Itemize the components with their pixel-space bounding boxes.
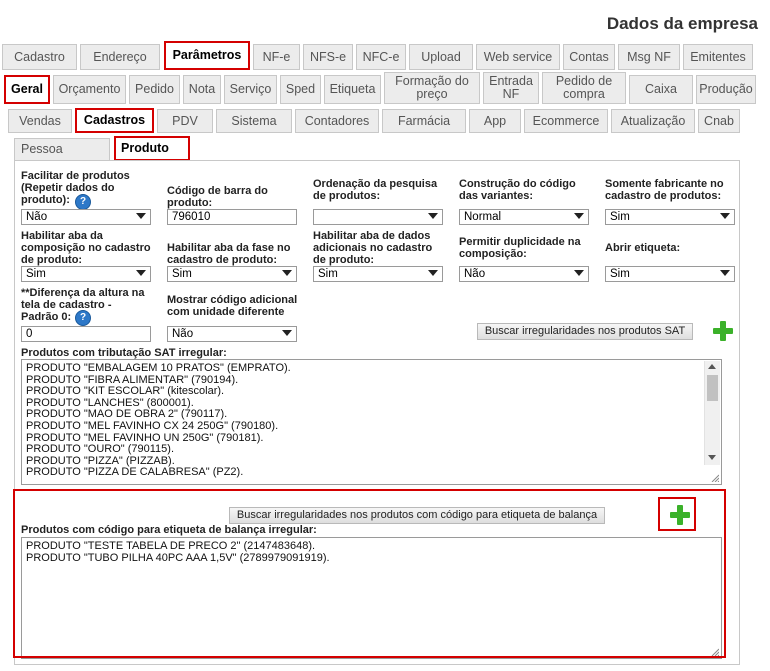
facilitar-value: Não — [26, 211, 48, 223]
tab-contas[interactable]: Contas — [563, 44, 615, 70]
tab-cadastro[interactable]: Cadastro — [2, 44, 77, 70]
list-item: PRODUTO "MEL FAVINHO CX 24 250G" (790180… — [26, 419, 279, 432]
somente-fab-value: Sim — [610, 211, 630, 223]
chevron-down-icon — [136, 270, 146, 276]
plus-icon[interactable] — [713, 321, 733, 341]
tab-caixa[interactable]: Caixa — [629, 75, 693, 104]
codigo-adicional-select[interactable]: Não — [167, 326, 297, 342]
tab-nfce[interactable]: NFC-e — [356, 44, 406, 70]
list-item: PRODUTO "EMBALAGEM 10 PRATOS" (EMPRATO). — [26, 362, 291, 374]
construcao-value: Normal — [464, 211, 502, 223]
sat-textarea[interactable]: PRODUTO "EMBALAGEM 10 PRATOS" (EMPRATO).… — [21, 359, 722, 485]
tab-producao[interactable]: Produção — [696, 75, 756, 104]
sat-label: Produtos com tributação SAT irregular: — [21, 347, 227, 359]
tab-nfse[interactable]: NFS-e — [303, 44, 353, 70]
tab-produto[interactable]: Produto — [114, 136, 190, 161]
page-title: Dados da empresa — [606, 14, 758, 33]
tab-ecommerce[interactable]: Ecommerce — [524, 109, 608, 133]
construcao-select[interactable]: Normal — [459, 209, 589, 225]
codigo-adicional-value: Não — [172, 328, 194, 340]
tab-sped[interactable]: Sped — [280, 75, 321, 104]
somente-fab-select[interactable]: Sim — [605, 209, 735, 225]
geral-tabs: Vendas Cadastros PDV Sistema Contadores … — [0, 107, 770, 133]
duplicidade-value: Não — [464, 268, 486, 280]
aba-composicao-value: Sim — [26, 268, 46, 280]
chevron-down-icon — [282, 330, 292, 336]
chevron-down-icon — [428, 213, 438, 219]
tab-parametros[interactable]: Parâmetros — [164, 41, 250, 70]
tab-formacao-preco[interactable]: Formação do preço — [384, 72, 480, 104]
abrir-etiqueta-value: Sim — [610, 268, 630, 280]
chevron-up-icon[interactable] — [708, 364, 716, 369]
buscar-sat-button[interactable]: Buscar irregularidades nos produtos SAT — [477, 323, 693, 340]
ordenacao-select[interactable] — [313, 209, 443, 225]
tab-nota[interactable]: Nota — [183, 75, 221, 104]
tab-geral[interactable]: Geral — [4, 75, 50, 104]
aba-fase-select[interactable]: Sim — [167, 266, 297, 282]
tab-contadores[interactable]: Contadores — [295, 109, 379, 133]
tab-cnab[interactable]: Cnab — [698, 109, 740, 133]
duplicidade-label: Permitir duplicidade na composição: — [459, 236, 581, 260]
tab-pessoa[interactable]: Pessoa — [14, 138, 110, 161]
help-icon[interactable]: ? — [75, 194, 91, 210]
construcao-label: Construção do código das variantes: — [459, 178, 576, 202]
chevron-down-icon — [282, 270, 292, 276]
somente-fab-label: Somente fabricante no cadastro de produt… — [605, 178, 724, 202]
facilitar-select[interactable]: Não — [21, 209, 151, 225]
scroll-thumb[interactable] — [707, 375, 718, 401]
tab-web-service[interactable]: Web service — [476, 44, 560, 70]
tab-pedido[interactable]: Pedido — [129, 75, 180, 104]
tab-cadastros[interactable]: Cadastros — [75, 108, 154, 133]
codigo-adicional-label: Mostrar código adicional com unidade dif… — [167, 294, 298, 318]
aba-fase-value: Sim — [172, 268, 192, 280]
aba-composicao-label: Habilitar aba da composição no cadastro … — [21, 230, 151, 266]
tab-emitentes[interactable]: Emitentes — [683, 44, 753, 70]
abrir-etiqueta-label: Abrir etiqueta: — [605, 242, 681, 254]
aba-dados-select[interactable]: Sim — [313, 266, 443, 282]
help-icon[interactable]: ? — [75, 310, 91, 326]
codigo-barra-input[interactable]: 796010 — [167, 209, 297, 225]
tab-pedido-compra[interactable]: Pedido de compra — [542, 72, 626, 104]
tab-app[interactable]: App — [469, 109, 521, 133]
chevron-down-icon — [428, 270, 438, 276]
list-item: PRODUTO "OURO" (790115). — [26, 443, 174, 456]
highlight-add-button — [658, 497, 696, 531]
tab-etiqueta[interactable]: Etiqueta — [324, 75, 381, 104]
chevron-down-icon — [720, 270, 730, 276]
chevron-down-icon — [720, 213, 730, 219]
chevron-down-icon — [136, 213, 146, 219]
cadastros-tabs: Pessoa Produto — [0, 136, 770, 162]
duplicidade-select[interactable]: Não — [459, 266, 589, 282]
tab-upload[interactable]: Upload — [409, 44, 473, 70]
list-item: PRODUTO "PIZZA DE CALABRESA" (PZ2). — [26, 466, 244, 479]
aba-composicao-select[interactable]: Sim — [21, 266, 151, 282]
tab-servico[interactable]: Serviço — [224, 75, 277, 104]
tab-entrada-nf[interactable]: Entrada NF — [483, 72, 539, 104]
diferenca-altura-input[interactable]: 0 — [21, 326, 151, 342]
chevron-down-icon — [574, 270, 584, 276]
chevron-down-icon — [574, 213, 584, 219]
codigo-barra-label: Código de barra do produto: — [167, 185, 268, 209]
tab-endereco[interactable]: Endereço — [80, 44, 160, 70]
resize-grip-icon[interactable] — [711, 474, 719, 482]
tab-farmacia[interactable]: Farmácia — [382, 109, 466, 133]
tab-vendas[interactable]: Vendas — [8, 109, 72, 133]
abrir-etiqueta-select[interactable]: Sim — [605, 266, 735, 282]
main-tabs: Cadastro Endereço Parâmetros NF-e NFS-e … — [0, 41, 770, 70]
tab-sistema[interactable]: Sistema — [216, 109, 292, 133]
aba-fase-label: Habilitar aba da fase no cadastro de pro… — [167, 242, 291, 266]
chevron-down-icon[interactable] — [708, 455, 716, 460]
tab-pdv[interactable]: PDV — [157, 109, 213, 133]
tab-msg-nf[interactable]: Msg NF — [618, 44, 680, 70]
ordenacao-label: Ordenação da pesquisa de produtos: — [313, 178, 438, 202]
params-tabs: Geral Orçamento Pedido Nota Serviço Sped… — [0, 72, 770, 105]
aba-dados-value: Sim — [318, 268, 338, 280]
tab-atualizacao[interactable]: Atualização — [611, 109, 695, 133]
highlight-balanca-section — [13, 489, 726, 658]
tab-orcamento[interactable]: Orçamento — [53, 75, 126, 104]
aba-dados-label: Habilitar aba de dados adicionais no cad… — [313, 230, 433, 266]
tab-nfe[interactable]: NF-e — [253, 44, 300, 70]
sat-scrollbar[interactable] — [704, 361, 720, 465]
